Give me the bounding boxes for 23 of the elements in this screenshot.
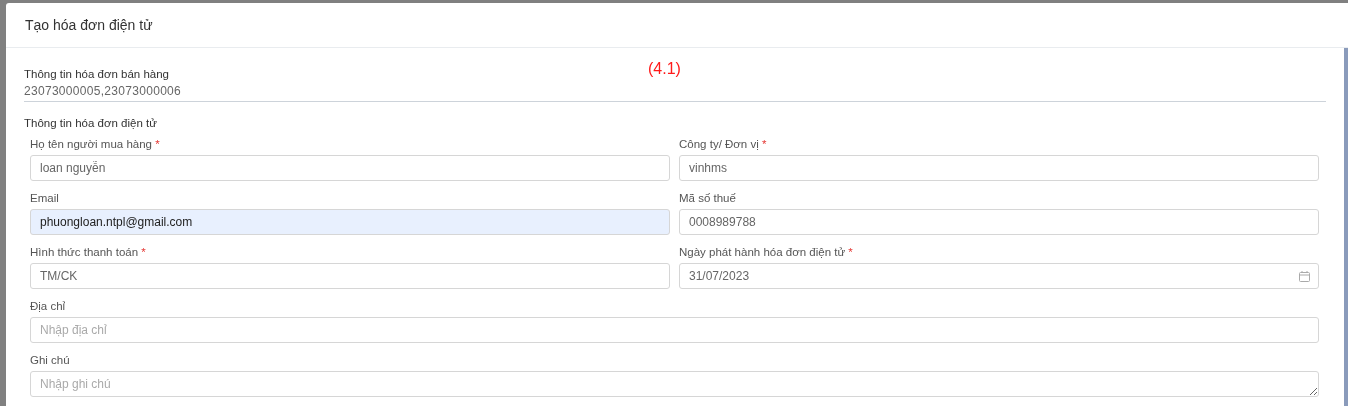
input-field[interactable]: phuongloan.ntpl@gmail.com <box>30 209 670 235</box>
invoice-numbers: 23073000005,23073000006 <box>24 84 183 98</box>
section-label: Thông tin hóa đơn bán hàng <box>24 67 171 81</box>
input-field[interactable]: 0008989788 <box>679 209 1319 235</box>
field-label: Hình thức thanh toán * <box>30 245 147 260</box>
field-label: Công ty/ Đơn vị * <box>679 137 768 152</box>
annotation-label: (4.1) <box>648 60 681 78</box>
note-field[interactable]: Nhập ghi chú <box>30 371 1319 397</box>
field-label: Ngày phát hành hóa đơn điện tử * <box>679 245 854 260</box>
date-field[interactable]: 31/07/2023 <box>679 263 1319 289</box>
field-label: Họ tên người mua hàng * <box>30 137 161 152</box>
field-label: Email <box>30 191 60 206</box>
modal-title: Tạo hóa đơn điện tử <box>25 17 153 33</box>
input-field[interactable]: loan nguyễn <box>30 155 670 181</box>
section-label: Thông tin hóa đơn điện tử <box>24 117 157 129</box>
field-label: Ghi chú <box>30 353 71 368</box>
scrollbar[interactable] <box>1344 48 1348 406</box>
input-field[interactable]: Nhập địa chỉ <box>30 317 1319 343</box>
input-field[interactable]: TM/CK <box>30 263 670 289</box>
input-field[interactable]: vinhms <box>679 155 1319 181</box>
calendar-icon[interactable] <box>1299 271 1310 282</box>
field-label: Địa chỉ <box>30 299 67 314</box>
field-label: Mã số thuế <box>679 191 737 206</box>
